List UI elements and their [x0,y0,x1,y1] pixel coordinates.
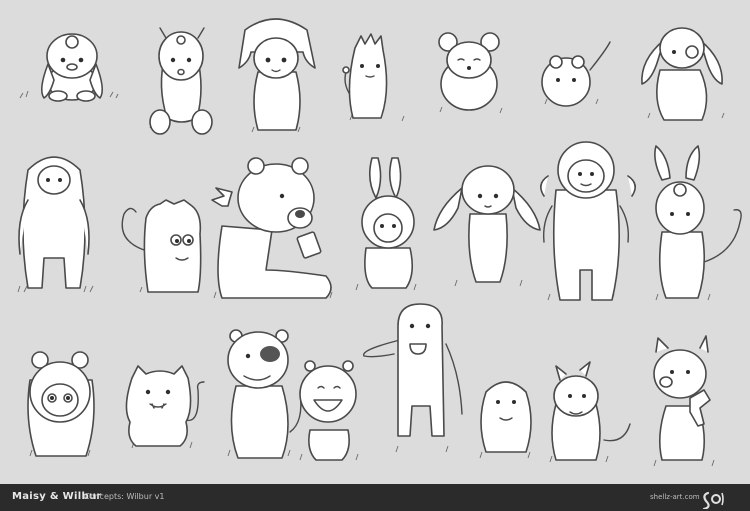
horned-creature-icon [549,361,631,463]
sheep-suit-creature-icon [540,141,636,301]
concept-sheet: Maisy & Wilbur Concepts: Wilbur v1 shell… [0,0,750,511]
cat-tailed-creature-icon [121,199,202,293]
artist-logo-icon [702,491,724,509]
site-link[interactable]: shellz-art.com [650,493,700,501]
round-blob-creature-icon [541,41,611,107]
antenna-bear-creature-icon [149,27,213,135]
winged-bear-with-phone-icon [211,157,333,299]
floppy-ear-bunny-creature-icon [433,165,541,287]
kitten-with-bow-icon [653,335,715,467]
bunny-suit-creature-icon [355,157,417,291]
long-ear-dog-creature-icon [641,27,725,121]
fanged-cat-creature-icon [125,365,205,449]
hooded-bear-creature-icon [27,351,95,457]
small-penguin-creature-icon [479,381,532,459]
hat-wearing-creature-icon [238,18,316,133]
sheet-subtitle: Concepts: Wilbur v1 [84,492,165,501]
laughing-blob-creature-icon [299,360,359,461]
floppy-ear-sitting-creature-icon [19,33,119,102]
one-eyed-bunny-creature-icon [654,145,742,301]
tall-tongue-creature-icon [362,303,463,453]
mouse-creature-icon [438,32,503,114]
character-sketch-canvas [17,18,742,467]
spiky-tailed-creature-icon [342,33,405,122]
footer-bar: Maisy & Wilbur Concepts: Wilbur v1 shell… [0,484,750,511]
furry-yeti-creature-icon [17,156,94,293]
eye-patch-bear-creature-icon [227,329,302,459]
